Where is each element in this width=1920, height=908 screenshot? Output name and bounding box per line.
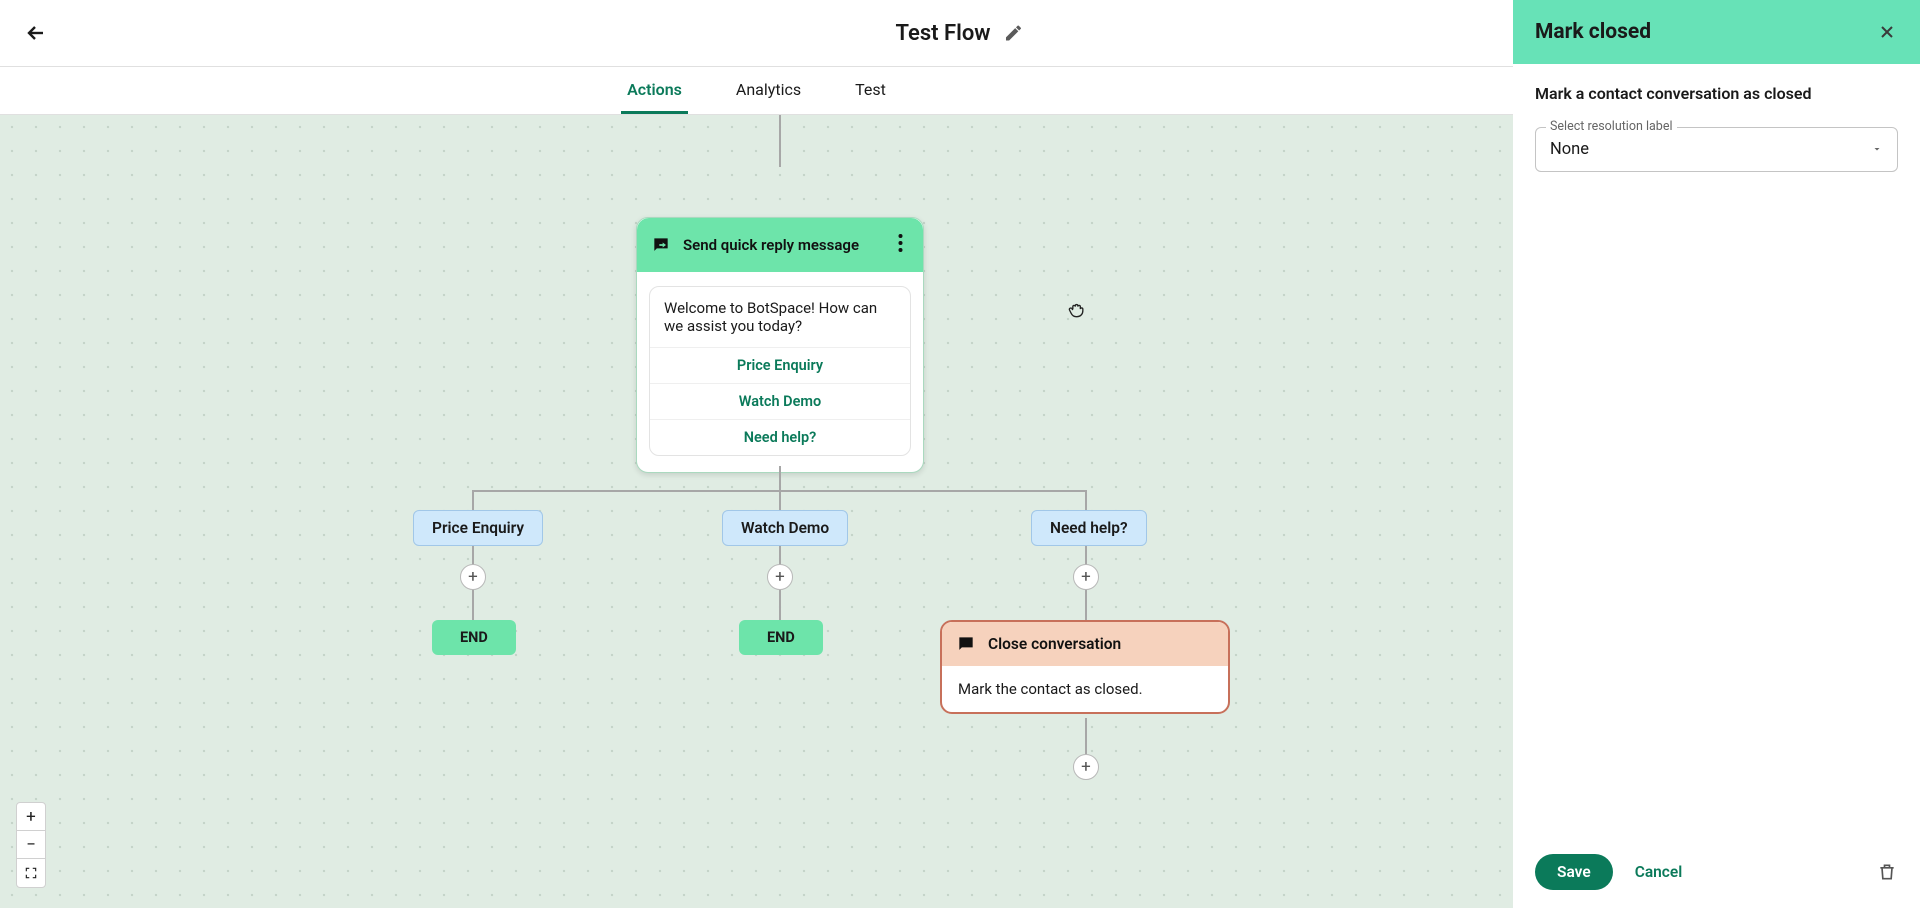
connector (472, 590, 474, 620)
branch-watch-demo[interactable]: Watch Demo (722, 510, 848, 546)
connector (779, 590, 781, 620)
connector (1085, 590, 1087, 620)
chat-close-icon (956, 634, 976, 654)
quick-reply-option[interactable]: Price Enquiry (650, 347, 910, 383)
side-panel: Mark closed Mark a contact conversation … (1513, 0, 1920, 908)
tab-analytics[interactable]: Analytics (730, 68, 807, 114)
close-panel-button[interactable] (1876, 21, 1898, 43)
end-node[interactable]: END (739, 620, 823, 655)
back-button[interactable] (22, 19, 50, 47)
save-button[interactable]: Save (1535, 854, 1613, 890)
connector (472, 546, 474, 565)
message-options: Price Enquiry Watch Demo Need help? (650, 347, 910, 455)
panel-title: Mark closed (1535, 20, 1651, 44)
fullscreen-button[interactable] (17, 859, 45, 887)
connector (1085, 490, 1087, 510)
zoom-controls: + − (16, 802, 46, 888)
node-more-button[interactable] (892, 230, 909, 260)
tab-actions[interactable]: Actions (621, 68, 688, 114)
node-title: Close conversation (988, 635, 1121, 653)
branch-price-enquiry[interactable]: Price Enquiry (413, 510, 543, 546)
select-value: None (1550, 140, 1589, 159)
connector (779, 490, 781, 510)
tab-test[interactable]: Test (849, 68, 892, 114)
add-step-button[interactable]: + (1073, 754, 1099, 780)
add-step-button[interactable]: + (1073, 564, 1099, 590)
pencil-icon (1004, 23, 1024, 43)
node-body: Welcome to BotSpace! How can we assist y… (637, 272, 923, 472)
connector (779, 546, 781, 565)
connector (472, 490, 474, 510)
tabs: Actions Analytics Test (0, 67, 1513, 115)
close-icon (1877, 22, 1897, 42)
close-conversation-node[interactable]: Close conversation Mark the contact as c… (940, 620, 1230, 714)
panel-description: Mark a contact conversation as closed (1535, 84, 1898, 103)
panel-content: Mark a contact conversation as closed Se… (1513, 64, 1920, 840)
chevron-down-icon (1871, 140, 1883, 159)
panel-footer: Save Cancel (1513, 840, 1920, 908)
select-legend: Select resolution label (1546, 119, 1677, 134)
quick-reply-node[interactable]: Send quick reply message Welcome to BotS… (636, 217, 924, 473)
node-body: Mark the contact as closed. (942, 666, 1228, 712)
cancel-button[interactable]: Cancel (1635, 863, 1683, 881)
end-node[interactable]: END (432, 620, 516, 655)
connector (779, 466, 781, 492)
connector (1085, 546, 1087, 565)
page-title: Test Flow (895, 21, 990, 46)
node-title: Send quick reply message (683, 236, 859, 254)
resolution-label-select[interactable]: Select resolution label None (1535, 127, 1898, 172)
node-header: Send quick reply message (637, 218, 923, 272)
arrow-left-icon (24, 21, 48, 45)
connector (779, 115, 781, 167)
message-text: Welcome to BotSpace! How can we assist y… (650, 287, 910, 347)
dots-vertical-icon (898, 234, 903, 252)
quick-reply-option[interactable]: Watch Demo (650, 383, 910, 419)
connector (1085, 718, 1087, 754)
chat-icon (651, 235, 671, 255)
add-step-button[interactable]: + (767, 564, 793, 590)
grab-cursor-icon (1067, 300, 1087, 325)
add-step-button[interactable]: + (460, 564, 486, 590)
fullscreen-icon (24, 866, 38, 880)
trash-icon (1877, 862, 1897, 882)
zoom-in-button[interactable]: + (17, 803, 45, 831)
delete-button[interactable] (1876, 861, 1898, 883)
node-header: Close conversation (942, 622, 1228, 666)
message-bubble: Welcome to BotSpace! How can we assist y… (649, 286, 911, 456)
title-wrap: Test Flow (895, 21, 1024, 46)
panel-header: Mark closed (1513, 0, 1920, 64)
branch-need-help[interactable]: Need help? (1031, 510, 1147, 546)
edit-title-button[interactable] (1003, 22, 1025, 44)
zoom-out-button[interactable]: − (17, 831, 45, 859)
quick-reply-option[interactable]: Need help? (650, 419, 910, 455)
